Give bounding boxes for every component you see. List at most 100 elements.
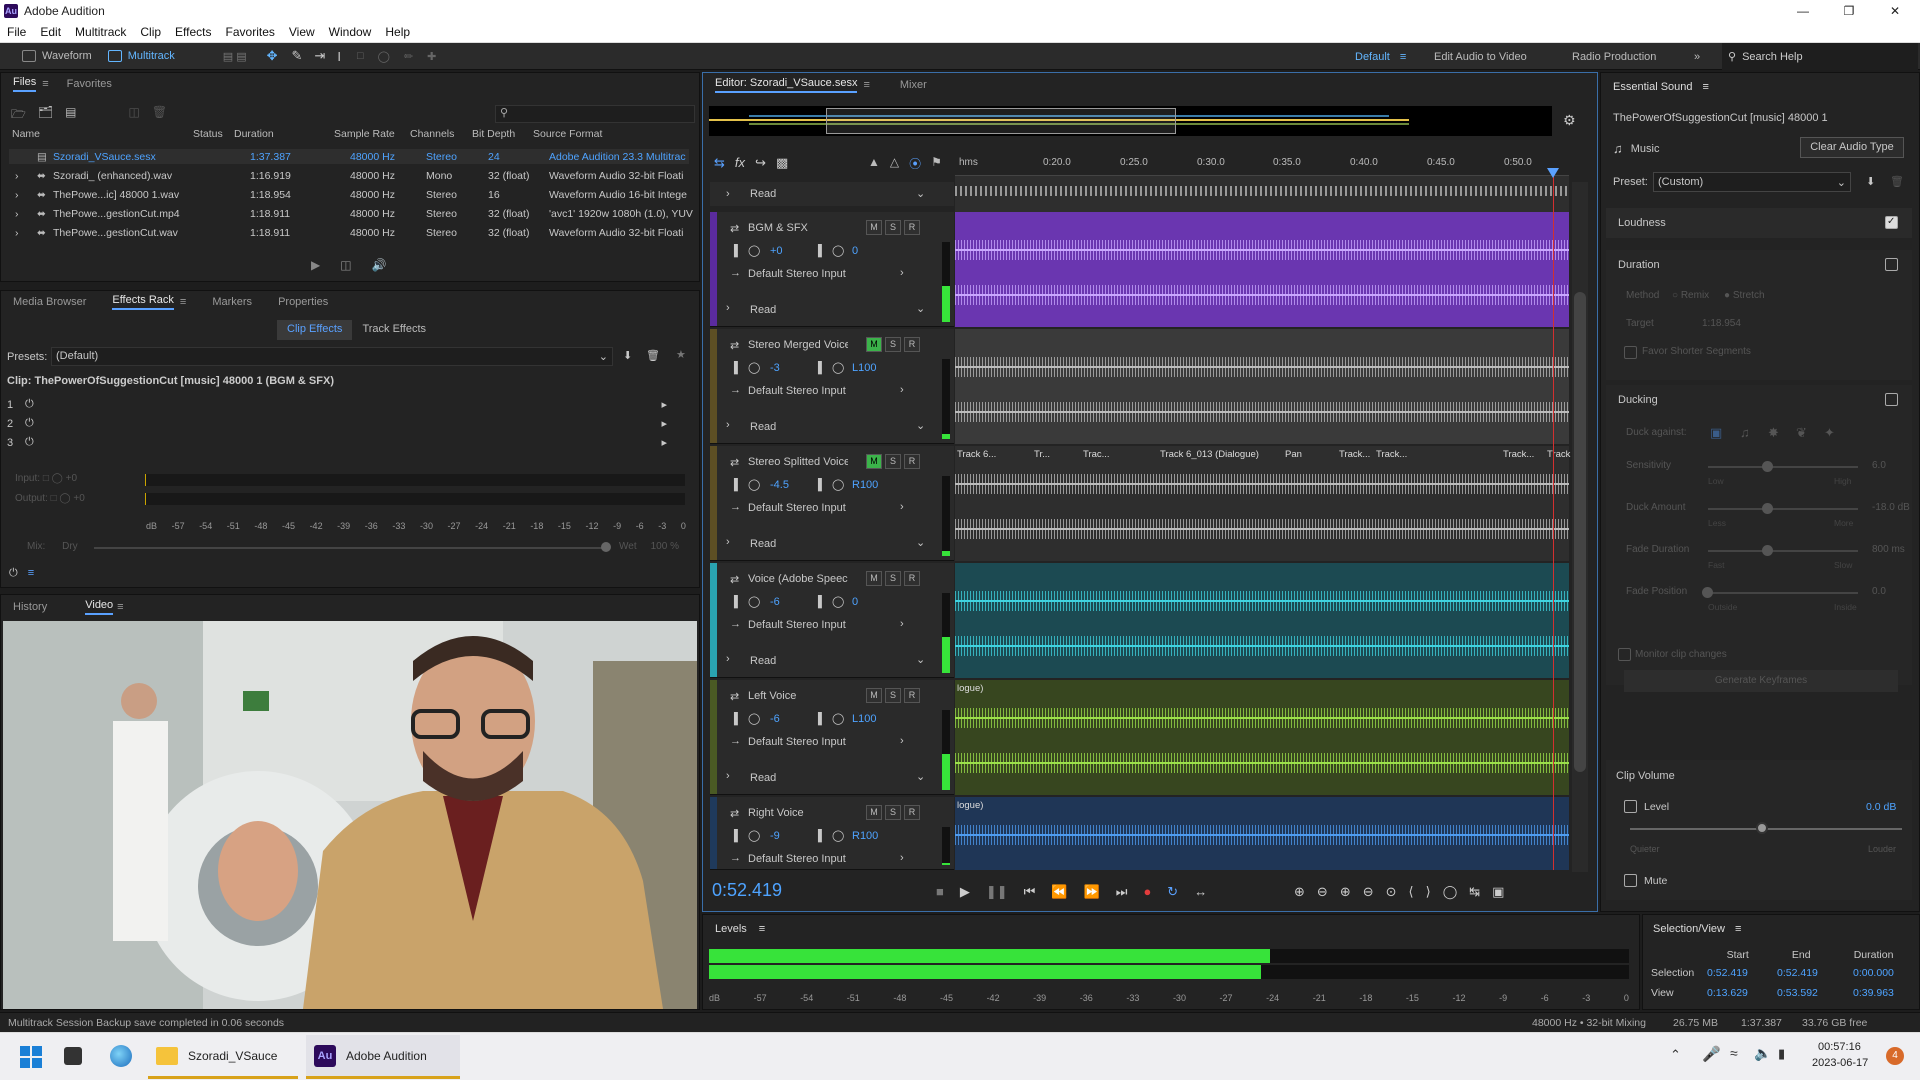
monitor-clip-changes[interactable]: Monitor clip changes bbox=[1618, 648, 1727, 661]
minimize-button[interactable]: — bbox=[1780, 0, 1826, 22]
panel-menu-icon[interactable]: ≡ bbox=[1735, 923, 1741, 935]
file-row[interactable]: › ⬌ ThePowe...gestionCut.mp4 1:18.911 48000 … bbox=[9, 206, 693, 221]
tab-markers[interactable]: Markers bbox=[212, 296, 252, 308]
solo-button[interactable]: S bbox=[885, 337, 901, 352]
expand-chevron-icon[interactable]: › bbox=[726, 419, 730, 431]
selection-end[interactable]: 0:52.419 bbox=[1777, 967, 1818, 979]
tab-history[interactable]: History bbox=[13, 601, 47, 613]
track-volume[interactable]: -6 bbox=[770, 713, 780, 725]
clip-label[interactable]: Tr... bbox=[1034, 449, 1050, 460]
zoom-out-time-icon[interactable]: ⊖ bbox=[1363, 884, 1374, 900]
power-icon[interactable]: ⏻ bbox=[9, 567, 18, 580]
move-tool-icon[interactable]: ✥ bbox=[267, 48, 278, 64]
speaker-icon[interactable]: 🔊 bbox=[372, 258, 387, 272]
zoom-reset-icon[interactable]: ▣ bbox=[1492, 884, 1504, 900]
slider-thumb[interactable] bbox=[1702, 587, 1713, 598]
tab-clip-effects[interactable]: Clip Effects bbox=[277, 320, 353, 340]
save-preset-icon[interactable]: ⬇ bbox=[1866, 175, 1875, 188]
chevron-right-icon[interactable]: › bbox=[900, 618, 904, 630]
export-icon[interactable]: ◫ bbox=[340, 258, 351, 272]
mute-checkbox[interactable] bbox=[1624, 874, 1637, 887]
save-preset-icon[interactable]: ⬇ bbox=[623, 349, 632, 362]
marquee-tool-icon[interactable]: □ bbox=[357, 50, 364, 62]
pan-knob-icon[interactable]: ◯ bbox=[832, 478, 844, 491]
time-selection-tool-icon[interactable]: I bbox=[337, 49, 341, 64]
ducking-checkbox[interactable] bbox=[1885, 393, 1898, 406]
pan-knob-icon[interactable]: ◯ bbox=[832, 829, 844, 842]
track-drag-icon[interactable]: ⇄ bbox=[730, 456, 739, 469]
automation-mode[interactable]: Read bbox=[750, 655, 776, 667]
es-preset-dropdown[interactable]: (Custom) ⌄ bbox=[1653, 172, 1851, 192]
top-clip[interactable] bbox=[955, 176, 1569, 212]
tab-favorites[interactable]: Favorites bbox=[67, 78, 112, 90]
track-input[interactable]: Default Stereo Input bbox=[748, 736, 846, 748]
track-name[interactable]: Stereo Merged Voice bbox=[748, 339, 848, 351]
favor-shorter-checkbox[interactable] bbox=[1624, 346, 1637, 359]
track-name[interactable]: Voice (Adobe Speech E bbox=[748, 573, 848, 585]
record-arm-button[interactable]: R bbox=[904, 805, 920, 820]
track-input[interactable]: Default Stereo Input bbox=[748, 268, 846, 280]
panel-menu-icon[interactable]: ≡ bbox=[42, 78, 48, 90]
audio-clip[interactable] bbox=[955, 797, 1569, 870]
chevron-right-icon[interactable]: › bbox=[900, 384, 904, 396]
zoom-full-icon[interactable]: ⊙ bbox=[1386, 884, 1397, 900]
favorite-star-icon[interactable]: ★ bbox=[676, 348, 686, 361]
chevron-down-icon[interactable]: ⌄ bbox=[916, 419, 925, 432]
audio-clip[interactable] bbox=[955, 563, 1569, 678]
track-input[interactable]: Default Stereo Input bbox=[748, 853, 846, 865]
taskbar-app-explorer[interactable]: Szoradi_VSauce bbox=[148, 1035, 298, 1079]
pan-knob-icon[interactable]: ◯ bbox=[832, 595, 844, 608]
remix-radio[interactable]: ○ Remix bbox=[1672, 290, 1709, 301]
file-row[interactable]: › ⬌ ThePowe...ic] 48000 1.wav 1:18.954 48000… bbox=[9, 187, 689, 202]
track-header[interactable]: ⇄ BGM & SFX M S R ▐ ◯ +0 ▐ ◯ 0 → Default Stereo Inpu… bbox=[710, 212, 954, 327]
track-header[interactable]: ⇄ Stereo Merged Voice M S R ▐ ◯ -3 ▐ ◯ L100 → Defaul… bbox=[710, 329, 954, 444]
record-arm-button[interactable]: R bbox=[904, 220, 920, 235]
volume-slider-thumb[interactable] bbox=[1756, 822, 1768, 834]
col-bit-depth[interactable]: Bit Depth bbox=[472, 128, 515, 140]
track-name[interactable]: Right Voice bbox=[748, 807, 848, 819]
menu-edit[interactable]: Edit bbox=[33, 25, 68, 39]
menu-clip[interactable]: Clip bbox=[133, 25, 168, 39]
volume-knob-icon[interactable]: ◯ bbox=[748, 361, 760, 374]
volume-knob-icon[interactable]: ◯ bbox=[748, 478, 760, 491]
play-icon[interactable]: ▶ bbox=[311, 258, 320, 272]
file-row[interactable]: › ⬌ ThePowe...gestionCut.wav 1:18.911 48000 … bbox=[9, 225, 689, 240]
level-value[interactable]: 0.0 dB bbox=[1866, 801, 1896, 813]
track-drag-icon[interactable]: ⇄ bbox=[730, 573, 739, 586]
fast-forward-icon[interactable]: ⏩ bbox=[1084, 884, 1100, 900]
close-button[interactable]: ✕ bbox=[1872, 0, 1918, 22]
menu-view[interactable]: View bbox=[282, 25, 322, 39]
track-drag-icon[interactable]: ⇄ bbox=[730, 222, 739, 235]
mute-button[interactable]: M bbox=[866, 337, 882, 352]
expand-chevron-icon[interactable]: › bbox=[726, 536, 730, 548]
col-channels[interactable]: Channels bbox=[410, 128, 454, 140]
zoom-in-amplitude-icon[interactable]: ⊕ bbox=[1294, 884, 1305, 900]
view-toggles-icon[interactable]: ▤ ▤ bbox=[223, 50, 247, 63]
session-overview[interactable] bbox=[709, 106, 1552, 136]
menu-favorites[interactable]: Favorites bbox=[219, 25, 282, 39]
selection-start[interactable]: 0:52.419 bbox=[1707, 967, 1748, 979]
mix-slider-thumb[interactable] bbox=[601, 542, 611, 552]
effect-slot[interactable]: 1 ⏻ ▸ bbox=[7, 395, 687, 414]
tab-video[interactable]: Video bbox=[85, 599, 114, 615]
pan-knob-icon[interactable]: ◯ bbox=[832, 712, 844, 725]
workspace-default[interactable]: Default ≡ bbox=[1355, 43, 1406, 70]
pause-icon[interactable]: ❚❚ bbox=[986, 884, 1008, 900]
open-folder-icon[interactable]: 🗁 bbox=[11, 105, 26, 126]
duck-unassigned-icon[interactable]: ✦ bbox=[1824, 425, 1835, 441]
tab-properties[interactable]: Properties bbox=[278, 296, 328, 308]
slip-tool-icon[interactable]: ⇥ bbox=[314, 48, 325, 64]
generate-keyframes-button[interactable]: Generate Keyframes bbox=[1624, 670, 1898, 692]
solo-button[interactable]: S bbox=[885, 805, 901, 820]
slider-thumb[interactable] bbox=[1762, 545, 1773, 556]
zoom-in-left-icon[interactable]: ⟨ bbox=[1409, 884, 1414, 900]
menu-multitrack[interactable]: Multitrack bbox=[68, 25, 133, 39]
lasso-tool-icon[interactable]: ◯ bbox=[378, 50, 390, 63]
files-search-input[interactable]: ⚲ bbox=[495, 105, 695, 123]
record-arm-button[interactable]: R bbox=[904, 571, 920, 586]
tray-chevron-icon[interactable]: ⌃ bbox=[1670, 1047, 1681, 1063]
track-pan[interactable]: L100 bbox=[852, 362, 876, 374]
workspace-radio-production[interactable]: Radio Production bbox=[1572, 43, 1656, 70]
file-row[interactable]: ▤ Szoradi_VSauce.sesx 1:37.387 48000 Hz Ster… bbox=[9, 149, 689, 164]
volume-knob-icon[interactable]: ◯ bbox=[748, 829, 760, 842]
